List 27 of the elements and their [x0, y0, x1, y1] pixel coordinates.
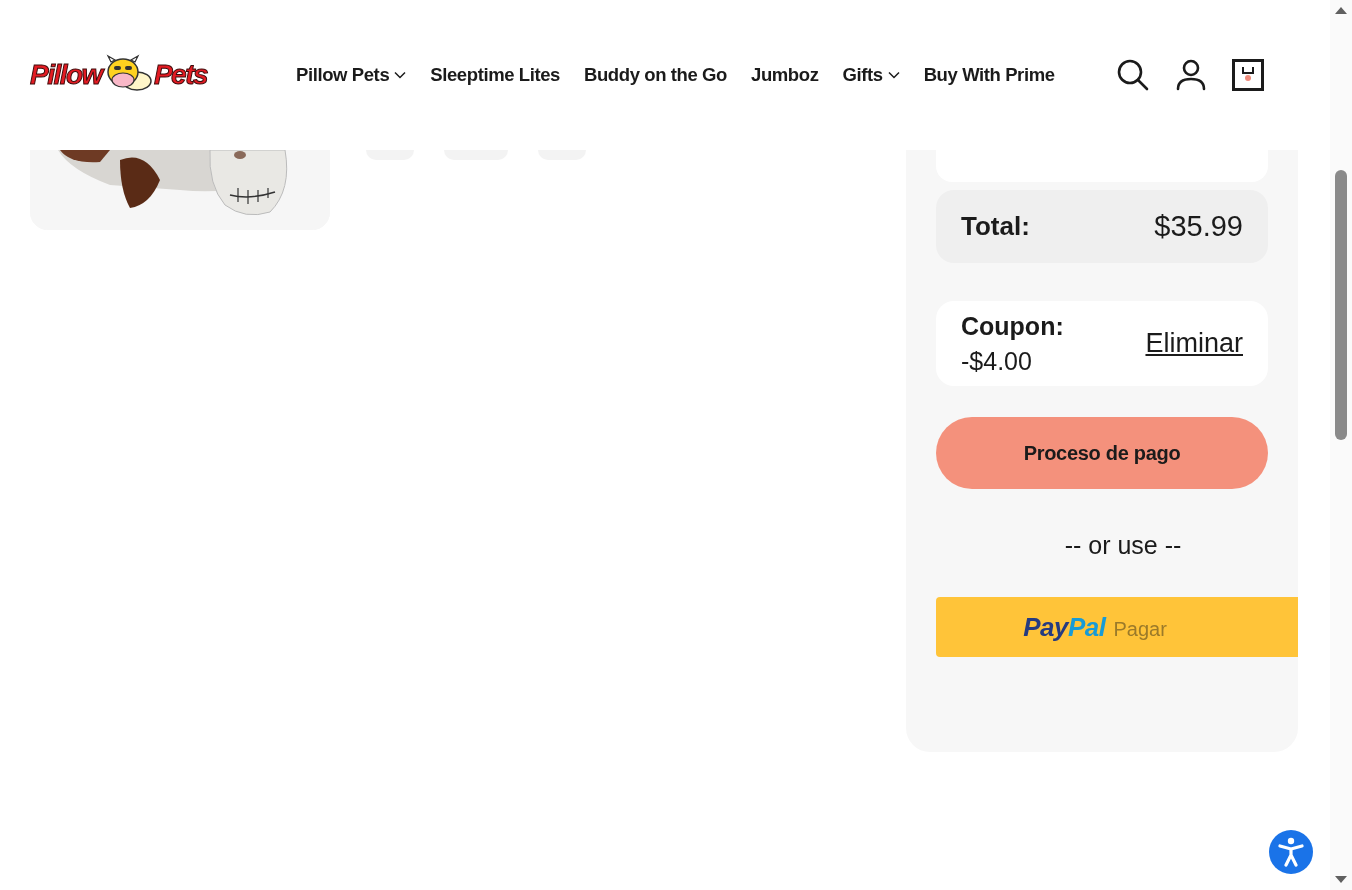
chevron-down-icon	[887, 71, 900, 79]
nav-link[interactable]: Sleeptime Lites	[430, 64, 560, 86]
nav-link[interactable]: Jumboz	[751, 64, 819, 86]
or-use-divider: -- or use --	[1063, 531, 1183, 560]
chevron-down-icon	[394, 71, 407, 79]
logo[interactable]: Pillow Pets	[30, 54, 260, 96]
remove-link[interactable]: Eliminar	[1145, 328, 1243, 359]
paypal-button[interactable]: PayPal Pagar	[936, 597, 1298, 657]
search-icon[interactable]	[1116, 58, 1150, 92]
logo-text: Pillow	[30, 59, 102, 91]
scroll-up-icon[interactable]	[1335, 6, 1347, 14]
scroll-thumb[interactable]	[1335, 170, 1347, 440]
account-icon[interactable]	[1176, 59, 1206, 91]
nav-link[interactable]: Pillow Pets	[296, 64, 407, 86]
coupon-amount: -$4.00	[961, 346, 1033, 376]
total-value: $35.99	[1154, 210, 1243, 243]
cart-icon[interactable]	[1232, 59, 1264, 91]
total-label: Total:	[961, 211, 1030, 242]
coupon-label: Coupon:	[961, 311, 1064, 341]
scrollbar[interactable]	[1330, 0, 1352, 890]
logo-text: Pets	[153, 59, 208, 91]
scroll-down-icon[interactable]	[1335, 876, 1347, 884]
checkout-button[interactable]: Proceso de pago	[936, 417, 1268, 489]
accessibility-button[interactable]	[1269, 830, 1313, 874]
nav-link[interactable]: Gifts	[842, 64, 900, 86]
nav-link[interactable]: Buy With Prime	[923, 64, 1055, 86]
nav-link[interactable]: Buddy on the Go	[584, 64, 727, 86]
